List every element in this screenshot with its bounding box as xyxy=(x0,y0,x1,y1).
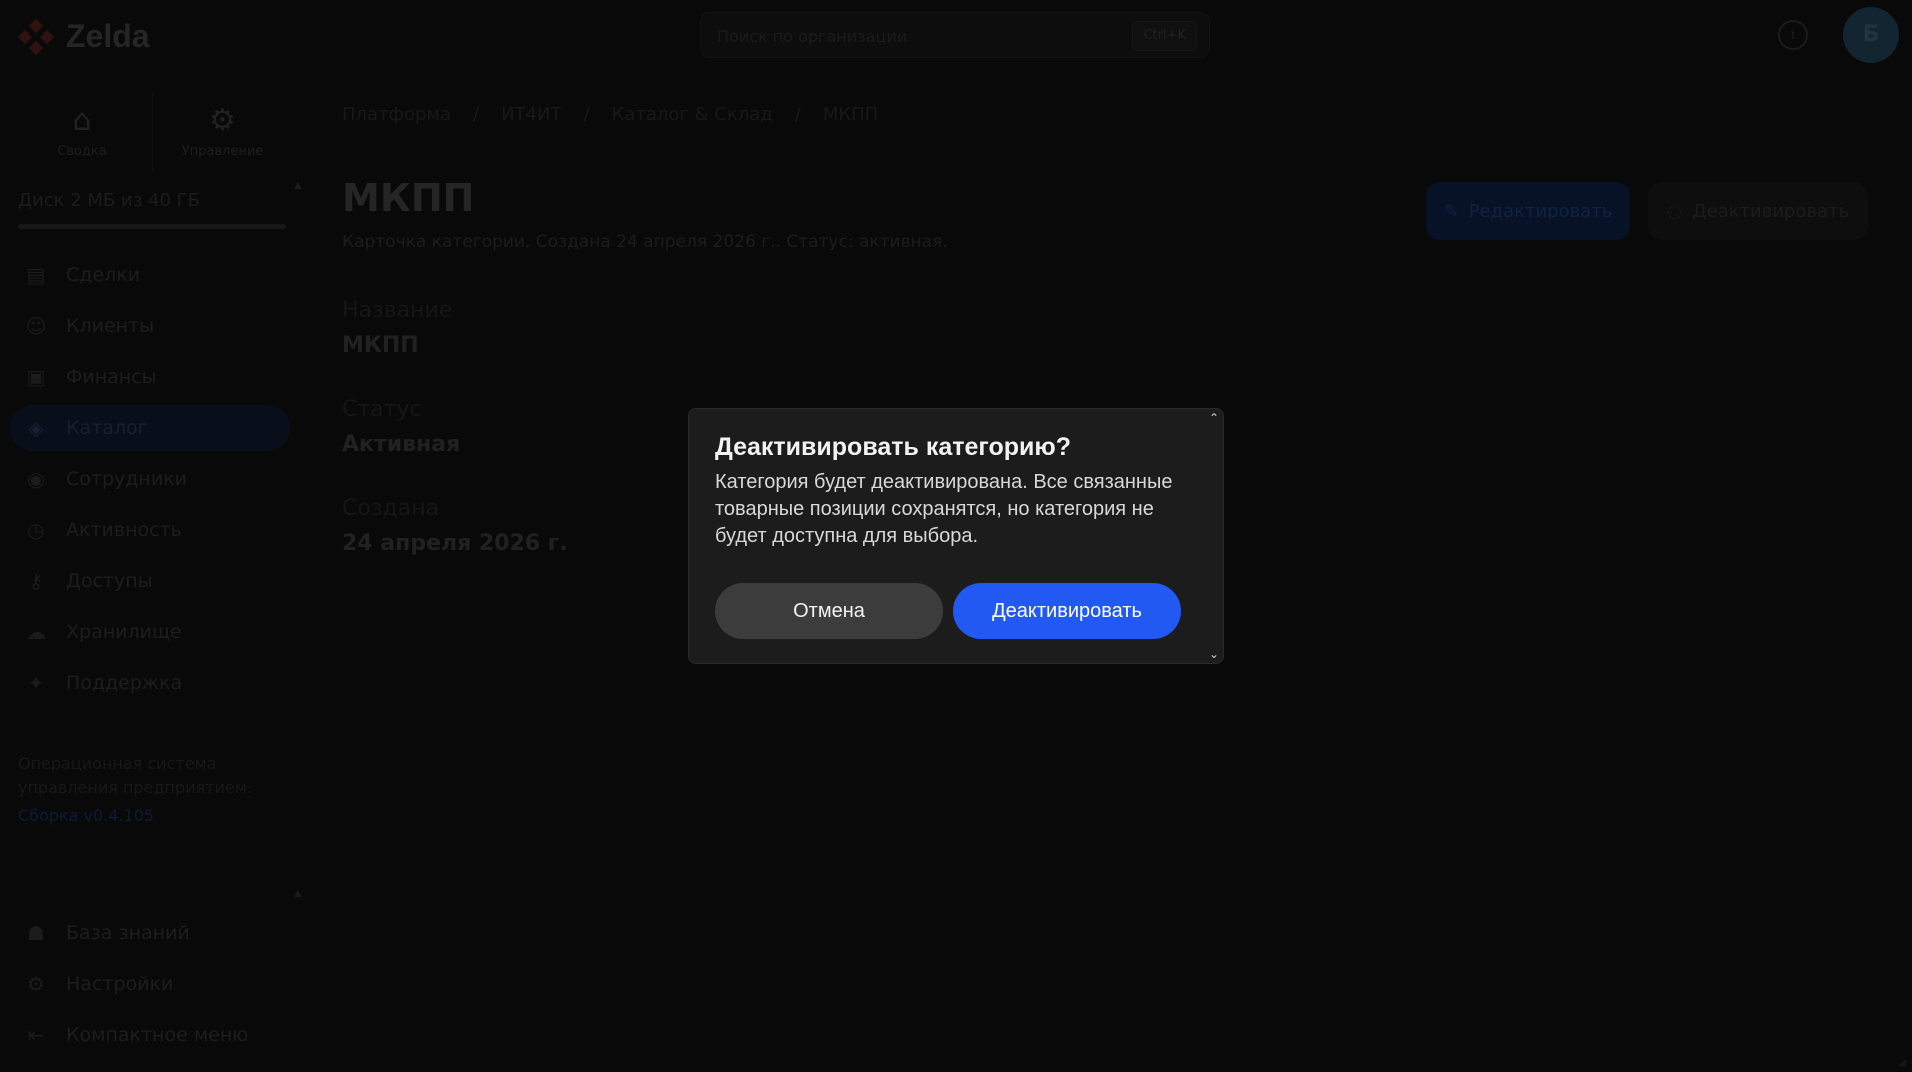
dialog-message: Категория будет деактивирована. Все связ… xyxy=(715,471,1173,547)
dialog-title: Деактивировать категорию? xyxy=(715,433,1072,461)
confirm-deactivate-button[interactable]: Деактивировать xyxy=(953,583,1181,639)
scroll-up-icon[interactable]: ⌃ xyxy=(1209,411,1219,425)
confirm-deactivate-dialog: ⌃ Деактивировать категорию? Категория бу… xyxy=(688,408,1224,664)
cancel-button[interactable]: Отмена xyxy=(715,583,943,639)
scroll-down-icon[interactable]: ⌄ xyxy=(1209,647,1219,661)
